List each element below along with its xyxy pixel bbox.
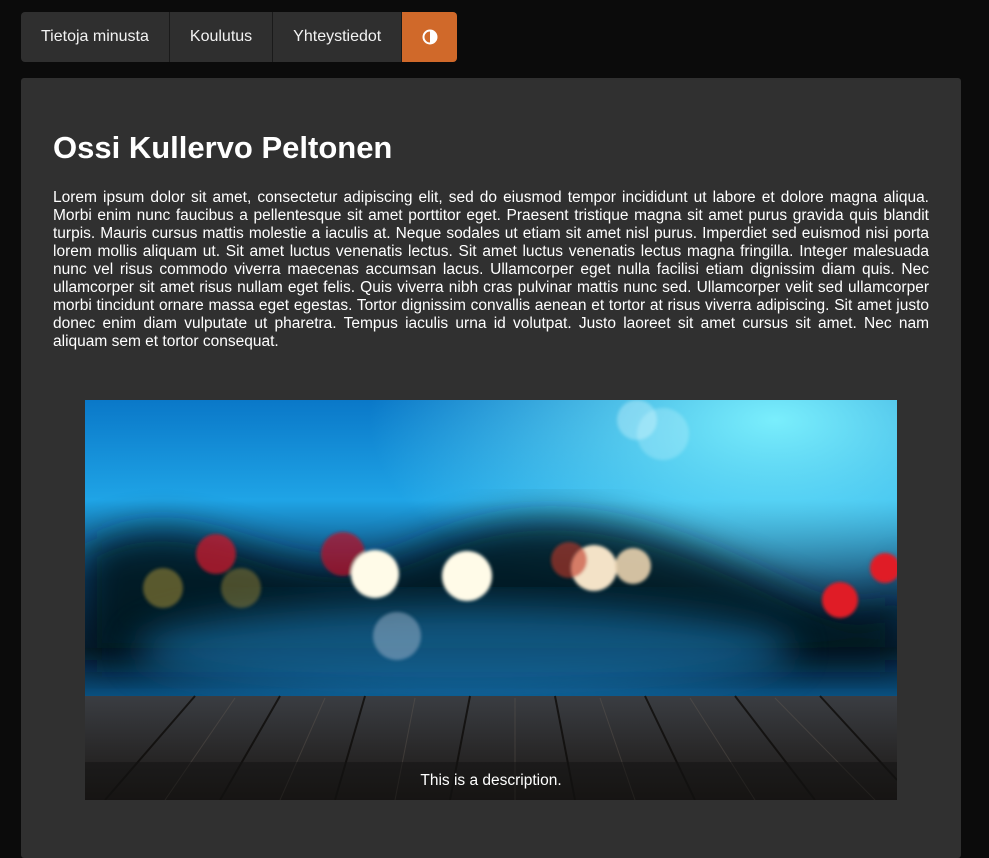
top-navigation: Tietoja minusta Koulutus Yhteystiedot (21, 12, 458, 62)
contrast-icon (422, 29, 438, 45)
nav-item-contact[interactable]: Yhteystiedot (273, 12, 403, 62)
theme-toggle-button[interactable] (402, 12, 458, 62)
content-card: Ossi Kullervo Peltonen Lorem ipsum dolor… (21, 78, 961, 858)
nav-item-education[interactable]: Koulutus (169, 12, 274, 62)
page-title: Ossi Kullervo Peltonen (53, 130, 393, 165)
figure-caption: This is a description. (85, 762, 897, 800)
intro-paragraph: Lorem ipsum dolor sit amet, consectetur … (53, 189, 929, 350)
nav-item-about[interactable]: Tietoja minusta (21, 12, 170, 62)
hero-image (85, 400, 897, 800)
hero-figure: This is a description. (85, 400, 897, 800)
